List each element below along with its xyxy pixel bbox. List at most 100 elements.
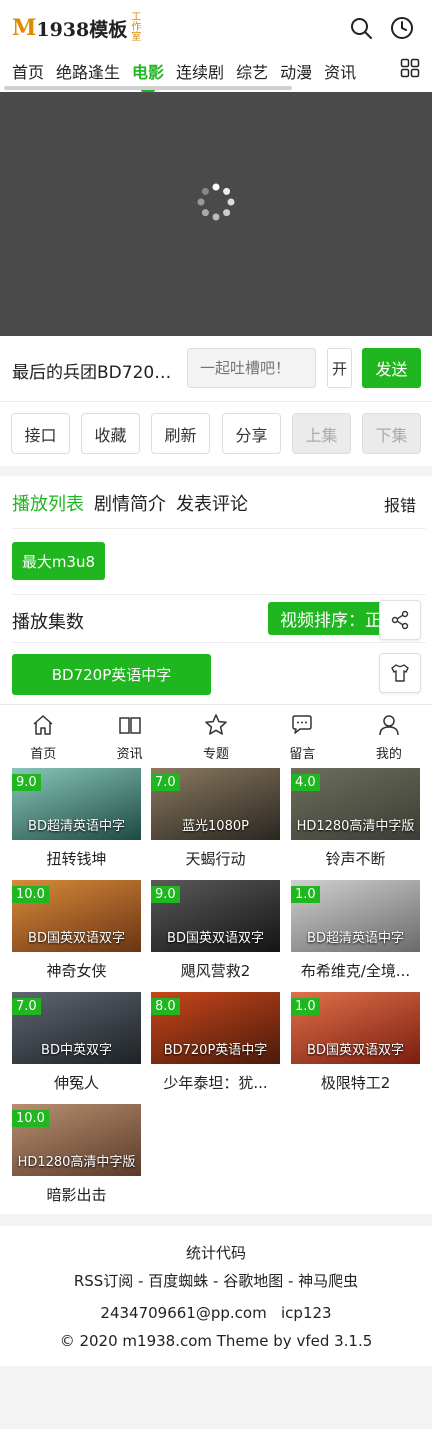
movie-poster[interactable]: 10.0 BD国英双语双字 <box>12 880 141 952</box>
search-icon[interactable] <box>349 16 373 40</box>
movie-title[interactable]: 神奇女侠 <box>12 960 141 981</box>
tab-synopsis[interactable]: 剧情简介 <box>94 490 166 516</box>
movie-card[interactable]: 8.0 BD720P英语中字 少年泰坦：犹... <box>151 990 280 1094</box>
video-player[interactable] <box>0 92 432 336</box>
movie-card[interactable]: 7.0 BD中英双字 伸冤人 <box>12 990 141 1094</box>
movie-title[interactable]: 铃声不断 <box>291 848 420 869</box>
movie-title[interactable]: 天蝎行动 <box>151 848 280 869</box>
divider <box>12 642 426 643</box>
nav-item-variety[interactable]: 综艺 <box>224 59 268 83</box>
sort-button[interactable]: 视频排序：正 <box>268 602 386 635</box>
baidu-sitemap-link[interactable]: 百度蜘蛛 <box>148 1272 208 1290</box>
shenma-sitemap-link[interactable]: 神马爬虫 <box>298 1272 358 1290</box>
danmaku-input[interactable] <box>187 348 316 388</box>
movie-title[interactable]: 极限特工2 <box>291 1072 420 1093</box>
tabbar-mine[interactable]: 我的 <box>346 705 432 766</box>
score-badge: 7.0 <box>12 998 41 1015</box>
quality-label: BD国英双语双字 <box>167 931 264 946</box>
tabbar-label: 专题 <box>203 747 230 762</box>
movie-poster[interactable]: 7.0 蓝光1080P <box>151 768 280 840</box>
movie-title[interactable]: 少年泰坦：犹... <box>151 1072 280 1093</box>
movie-card[interactable]: 7.0 蓝光1080P 天蝎行动 <box>151 766 280 870</box>
episode-button[interactable]: BD720P英语中字 <box>12 654 211 695</box>
movie-poster[interactable]: 1.0 BD超清英语中字 <box>291 880 420 952</box>
movie-grid: 9.0 BD超清英语中字 扭转钱坤 7.0 蓝光1080P 天蝎行动 4.0 H… <box>0 766 432 1214</box>
divider <box>12 594 426 595</box>
movie-card[interactable]: 10.0 HD1280高清中字版 暗影出击 <box>12 1102 141 1206</box>
nav-item-home[interactable]: 首页 <box>0 59 44 83</box>
movie-poster[interactable]: 10.0 HD1280高清中字版 <box>12 1104 141 1176</box>
nav-item-jueluffengsheng[interactable]: 绝路逢生 <box>44 59 120 83</box>
playlist-card: 播放列表 剧情简介 发表评论 报错 最大m3u8 播放集数 视频排序：正 BD7… <box>0 476 432 704</box>
score-badge: 9.0 <box>12 774 41 791</box>
icp-link[interactable]: icp123 <box>281 1304 332 1322</box>
send-button[interactable]: 发送 <box>362 348 421 388</box>
movie-poster[interactable]: 9.0 BD超清英语中字 <box>12 768 141 840</box>
skin-float-button[interactable] <box>379 653 421 693</box>
movie-title[interactable]: 扭转钱坤 <box>12 848 141 869</box>
report-link[interactable]: 报错 <box>384 492 416 516</box>
quality-label: 蓝光1080P <box>182 819 249 834</box>
quality-label: BD720P英语中字 <box>163 1043 268 1058</box>
quality-label: HD1280高清中字版 <box>17 1155 136 1170</box>
loading-spinner-icon <box>197 183 235 221</box>
tab-playlist[interactable]: 播放列表 <box>12 490 84 516</box>
next-episode-button[interactable]: 下集 <box>362 413 421 454</box>
movie-card[interactable]: 9.0 BD超清英语中字 扭转钱坤 <box>12 766 141 870</box>
movie-card[interactable]: 1.0 BD超清英语中字 布希维克/全境... <box>291 878 420 982</box>
tabbar-messages[interactable]: 留言 <box>259 705 345 766</box>
favorite-button[interactable]: 收藏 <box>81 413 140 454</box>
score-badge: 9.0 <box>151 886 180 903</box>
share-float-button[interactable] <box>379 600 421 640</box>
tabbar-home[interactable]: 首页 <box>0 705 86 766</box>
movie-poster[interactable]: 7.0 BD中英双字 <box>12 992 141 1064</box>
quality-label: BD国英双语双字 <box>307 1043 404 1058</box>
movie-card[interactable]: 4.0 HD1280高清中字版 铃声不断 <box>291 766 420 870</box>
clock-icon[interactable] <box>390 16 414 40</box>
grid-icon[interactable] <box>400 58 420 78</box>
movie-title[interactable]: 伸冤人 <box>12 1072 141 1093</box>
page: M 1938模板 工作室 首页 绝路逢生 电影 连续剧 综艺 动漫 资讯 最后的… <box>0 0 432 1429</box>
contact-email: 2434709661@pp.com <box>100 1304 267 1322</box>
prev-episode-button[interactable]: 上集 <box>292 413 351 454</box>
movie-card[interactable]: 1.0 BD国英双语双字 极限特工2 <box>291 990 420 1094</box>
nav-item-movie[interactable]: 电影 <box>120 59 164 92</box>
tab-comment[interactable]: 发表评论 <box>176 490 248 516</box>
tabbar-news[interactable]: 资讯 <box>86 705 172 766</box>
nav-item-series[interactable]: 连续剧 <box>164 59 224 83</box>
movie-card[interactable]: 9.0 BD国英双语双字 飓风营救2 <box>151 878 280 982</box>
google-sitemap-link[interactable]: 谷歌地图 <box>223 1272 283 1290</box>
star-icon <box>205 714 227 735</box>
rss-link[interactable]: RSS订阅 <box>74 1272 133 1290</box>
movie-poster[interactable]: 9.0 BD国英双语双字 <box>151 880 280 952</box>
movie-poster[interactable]: 4.0 HD1280高清中字版 <box>291 768 420 840</box>
score-badge: 7.0 <box>151 774 180 791</box>
score-badge: 8.0 <box>151 998 180 1015</box>
quality-label: BD中英双字 <box>41 1043 112 1058</box>
share-button[interactable]: 分享 <box>222 413 281 454</box>
nav-item-anime[interactable]: 动漫 <box>268 59 312 83</box>
danmaku-toggle[interactable]: 开 <box>327 348 352 388</box>
refresh-button[interactable]: 刷新 <box>151 413 210 454</box>
share-icon <box>391 610 409 630</box>
nav-scrollbar[interactable] <box>4 86 292 90</box>
site-logo[interactable]: M 1938模板 工作室 <box>12 12 143 44</box>
chat-icon <box>292 715 313 734</box>
tabbar-topics[interactable]: 专题 <box>173 705 259 766</box>
movie-title[interactable]: 飓风营救2 <box>151 960 280 981</box>
movie-poster[interactable]: 8.0 BD720P英语中字 <box>151 992 280 1064</box>
movie-card[interactable]: 10.0 BD国英双语双字 神奇女侠 <box>12 878 141 982</box>
source-button[interactable]: 最大m3u8 <box>12 542 105 580</box>
video-title: 最后的兵团BD720P英语中字 <box>12 363 180 383</box>
player-actions: 接口 收藏 刷新 分享 上集 下集 <box>0 402 432 466</box>
score-badge: 1.0 <box>291 886 320 903</box>
episodes-title: 播放集数 <box>12 612 84 633</box>
stats-label: 统计代码 <box>185 1244 246 1262</box>
movie-poster[interactable]: 1.0 BD国英双语双字 <box>291 992 420 1064</box>
movie-title[interactable]: 暗影出击 <box>12 1184 141 1205</box>
nav-item-news[interactable]: 资讯 <box>312 59 356 83</box>
divider <box>12 528 426 529</box>
interface-button[interactable]: 接口 <box>11 413 70 454</box>
quality-label: BD国英双语双字 <box>28 931 125 946</box>
movie-title[interactable]: 布希维克/全境... <box>291 960 420 981</box>
